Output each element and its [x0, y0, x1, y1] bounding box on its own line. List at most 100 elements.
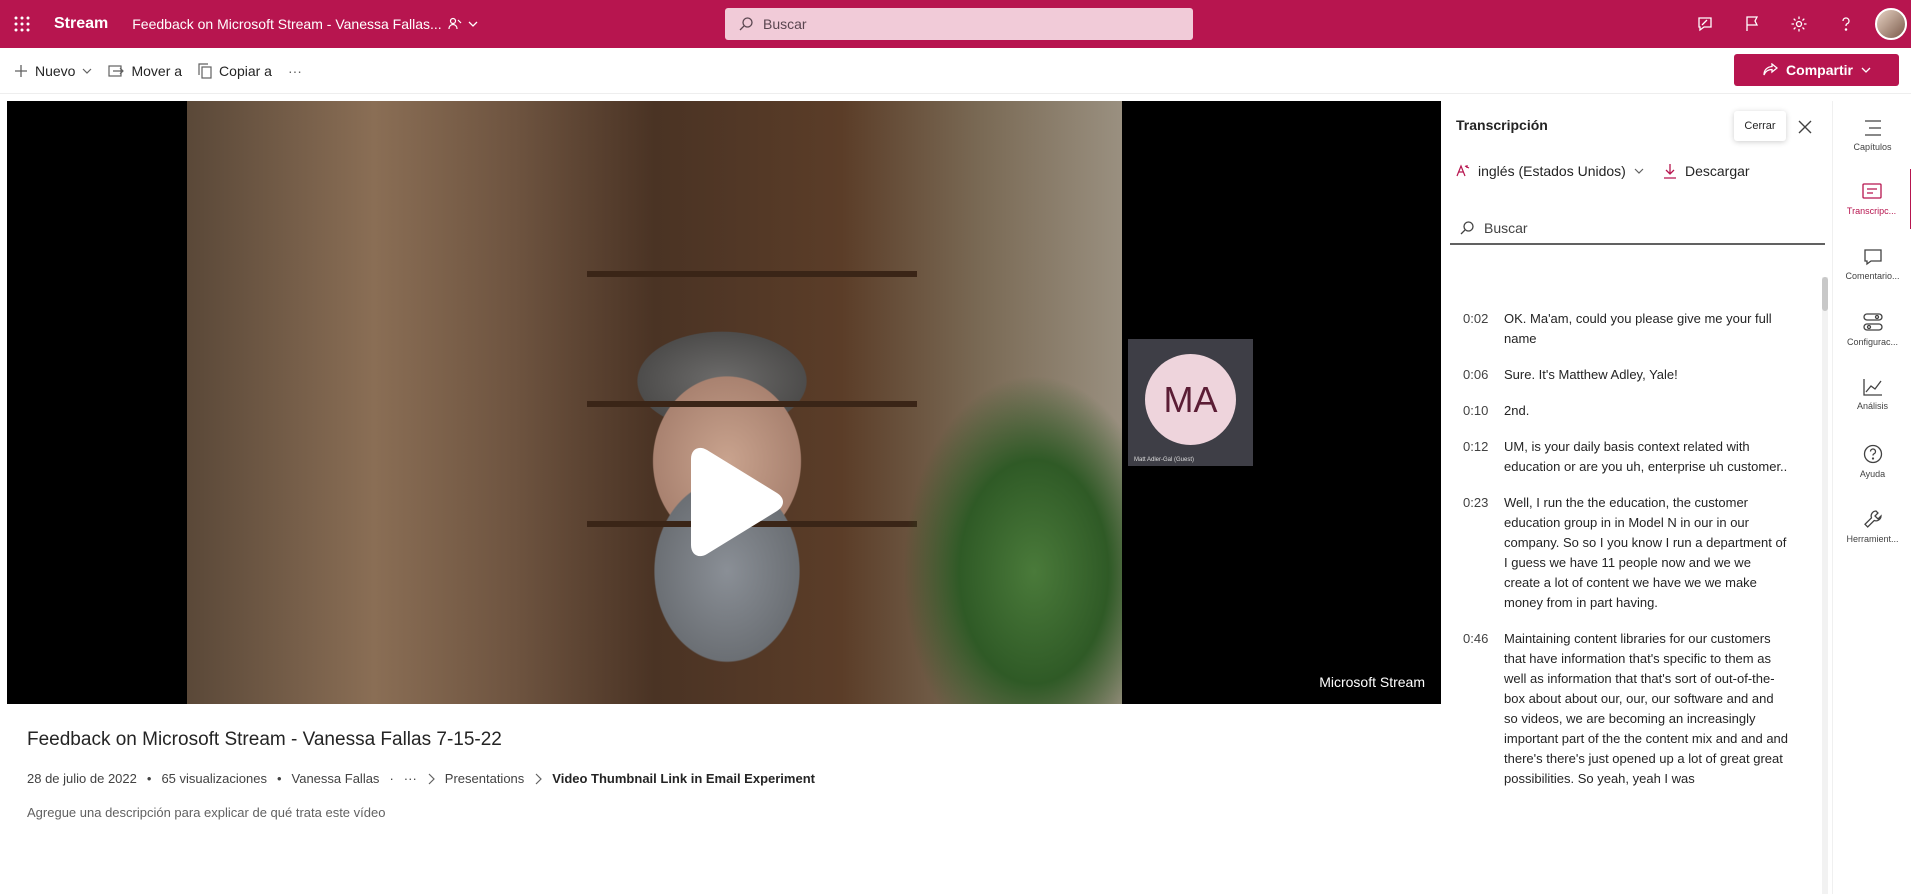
chevron-down-icon: [468, 21, 478, 27]
search-icon: [739, 17, 753, 31]
more-breadcrumb-button[interactable]: ···: [404, 771, 417, 786]
rail-item-chapters[interactable]: Capítulos: [1833, 105, 1911, 165]
command-bar: Nuevo Mover a Copiar a ··· Compartir: [0, 48, 1911, 94]
participant-avatar: MA: [1145, 354, 1236, 445]
description-field[interactable]: Agregue una descripción para explicar de…: [27, 805, 385, 820]
video-frame: [187, 101, 1122, 704]
rail-label: Herramient...: [1846, 533, 1899, 544]
language-selector[interactable]: inglés (Estados Unidos): [1456, 163, 1644, 179]
avatar[interactable]: [1875, 8, 1907, 40]
rail-item-help[interactable]: Ayuda: [1833, 431, 1911, 491]
search-icon: [1460, 221, 1474, 235]
download-label: Descargar: [1685, 163, 1750, 179]
comment-icon: [1863, 248, 1882, 265]
help-icon[interactable]: [1822, 0, 1869, 48]
chevron-down-icon: [1634, 168, 1644, 174]
separator: •: [276, 771, 282, 786]
flag-icon[interactable]: [1728, 0, 1775, 48]
copy-to-button[interactable]: Copiar a: [190, 56, 280, 86]
search-input[interactable]: Buscar: [725, 8, 1193, 40]
rail-item-comments[interactable]: Comentario...: [1833, 234, 1911, 294]
video-title: Feedback on Microsoft Stream - Vanessa F…: [27, 729, 502, 750]
copy-to-label: Copiar a: [219, 62, 272, 79]
author-link[interactable]: Vanessa Fallas: [292, 771, 380, 786]
rail-item-settings[interactable]: Configurac...: [1833, 299, 1911, 359]
video-player[interactable]: MA Matt Adler-Gal (Guest) Microsoft Stre…: [7, 101, 1441, 704]
separator: •: [146, 771, 152, 786]
timestamp[interactable]: 0:02: [1441, 309, 1504, 349]
app-name[interactable]: Stream: [54, 15, 108, 33]
plant: [902, 374, 1122, 704]
share-button[interactable]: Compartir: [1734, 54, 1899, 86]
feedback-icon[interactable]: [1681, 0, 1728, 48]
close-icon[interactable]: [1793, 115, 1817, 139]
move-to-button[interactable]: Mover a: [100, 56, 190, 86]
bookshelf-line: [587, 401, 917, 407]
plus-icon: [15, 64, 27, 77]
timestamp[interactable]: 0:12: [1441, 437, 1504, 477]
search-placeholder: Buscar: [763, 16, 807, 32]
analytics-icon: [1862, 378, 1882, 396]
chevron-right-icon: [535, 773, 543, 784]
document-title[interactable]: Feedback on Microsoft Stream - Vanessa F…: [132, 16, 478, 32]
move-icon: [108, 64, 125, 77]
transcript-text: Well, I run the the education, the custo…: [1504, 495, 1787, 610]
document-title-text: Feedback on Microsoft Stream - Vanessa F…: [132, 16, 442, 32]
transcript-entry[interactable]: 0:02 OK. Ma'am, could you please give me …: [1441, 309, 1821, 349]
transcript-entry[interactable]: 0:10 2nd.: [1441, 401, 1821, 421]
chapters-icon: [1864, 119, 1881, 136]
transcript-text: Maintaining content libraries for our cu…: [1504, 631, 1789, 786]
new-button[interactable]: Nuevo: [6, 56, 100, 86]
rail-label: Capítulos: [1853, 141, 1892, 152]
search-placeholder: Buscar: [1484, 220, 1528, 236]
rail-item-transcript[interactable]: Transcripc...: [1833, 169, 1911, 229]
transcript-entry[interactable]: 0:06 Sure. It's Matthew Adley, Yale!: [1441, 365, 1821, 385]
separator: ·: [389, 771, 394, 786]
transcript-text: Sure. It's Matthew Adley, Yale!: [1504, 367, 1678, 382]
transcript-search-input[interactable]: Buscar: [1450, 213, 1825, 245]
breadcrumb-current[interactable]: Video Thumbnail Link in Email Experiment: [552, 771, 815, 786]
download-button[interactable]: Descargar: [1663, 163, 1750, 179]
translate-icon: [1456, 164, 1470, 177]
timestamp[interactable]: 0:06: [1441, 365, 1504, 385]
copy-icon: [198, 62, 212, 79]
transcript-text: OK. Ma'am, could you please give me your…: [1504, 311, 1772, 346]
share-icon: [1763, 63, 1779, 76]
chevron-right-icon: [428, 773, 435, 784]
timestamp[interactable]: 0:10: [1441, 401, 1504, 421]
participant-name: Matt Adler-Gal (Guest): [1134, 457, 1195, 463]
breadcrumb-presentations[interactable]: Presentations: [445, 771, 525, 786]
transcript-entry[interactable]: 0:12 UM, is your daily basis context rela…: [1441, 437, 1821, 477]
play-icon[interactable]: [673, 445, 787, 559]
participant-tile: MA Matt Adler-Gal (Guest): [1128, 339, 1253, 466]
transcript-icon: [1861, 182, 1882, 199]
rail-label: Configurac...: [1846, 336, 1899, 347]
move-to-label: Mover a: [131, 62, 183, 79]
timestamp[interactable]: 0:23: [1441, 493, 1504, 613]
more-actions-button[interactable]: ···: [280, 56, 310, 86]
settings-toggle-icon: [1862, 312, 1883, 331]
top-bar: Stream Feedback on Microsoft Stream - Va…: [0, 0, 1911, 48]
close-tooltip: Cerrar: [1734, 111, 1786, 141]
more-icon: ···: [287, 62, 302, 79]
view-count: 65 visualizaciones: [161, 771, 267, 786]
people-icon: [448, 17, 462, 30]
language-label: inglés (Estados Unidos): [1478, 163, 1626, 179]
chevron-down-icon: [1861, 67, 1871, 73]
transcript-list: 0:02 OK. Ma'am, could you please give me …: [1441, 309, 1821, 894]
video-meta: 28 de julio de 2022 • 65 visualizaciones…: [27, 771, 815, 786]
transcript-scrollbar[interactable]: [1822, 277, 1828, 894]
top-actions: [1681, 0, 1911, 48]
transcript-entry[interactable]: 0:46 Maintaining content libraries for ou…: [1441, 629, 1821, 789]
chevron-down-icon: [83, 68, 92, 74]
gear-icon[interactable]: [1775, 0, 1822, 48]
transcript-entry[interactable]: 0:23 Well, I run the the education, the c…: [1441, 493, 1821, 613]
rail-item-tools[interactable]: Herramient...: [1833, 496, 1911, 556]
rail-item-analytics[interactable]: Análisis: [1833, 364, 1911, 424]
timestamp[interactable]: 0:46: [1441, 629, 1504, 789]
share-label: Compartir: [1786, 62, 1853, 78]
app-launcher-icon[interactable]: [0, 0, 44, 48]
side-rail: Capítulos Transcripc... Comentario... Co…: [1832, 101, 1911, 894]
scrollbar-thumb[interactable]: [1822, 277, 1828, 311]
new-label: Nuevo: [35, 62, 76, 79]
